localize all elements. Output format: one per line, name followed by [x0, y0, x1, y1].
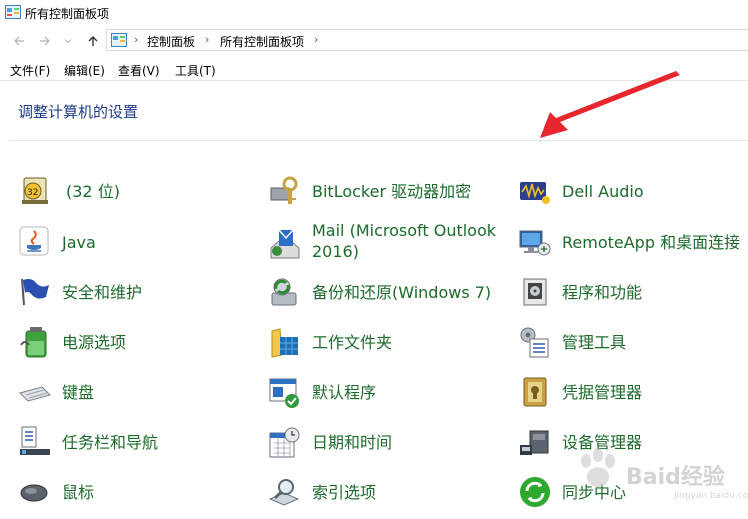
- control-panel-icon: [5, 5, 21, 19]
- navigation-bar: › 控制面板 › 所有控制面板项 ›: [0, 26, 748, 56]
- item-backup-restore[interactable]: 备份和还原(Windows 7): [268, 275, 508, 319]
- mail-icon: [270, 229, 300, 259]
- window-title: 所有控制面板项: [25, 7, 110, 21]
- arrow-left-icon: [14, 36, 24, 46]
- menu-edit[interactable]: 编辑(E): [64, 62, 105, 79]
- power-icon: [20, 327, 47, 358]
- bitlocker-icon: [270, 176, 298, 204]
- item-date-time[interactable]: 日期和时间: [268, 425, 508, 469]
- item-label[interactable]: 电源选项: [62, 332, 126, 353]
- address-bar[interactable]: › 控制面板 › 所有控制面板项 ›: [106, 29, 748, 51]
- backup-icon: [271, 278, 297, 306]
- breadcrumb-all-items[interactable]: 所有控制面板项: [220, 33, 304, 50]
- item-label[interactable]: (32 位): [66, 181, 120, 202]
- item-java-32bit[interactable]: 32 (32 位): [18, 174, 258, 218]
- item-label[interactable]: 索引选项: [312, 482, 376, 503]
- item-label[interactable]: Java: [62, 232, 96, 253]
- divider: [10, 140, 748, 141]
- breadcrumb-separator-icon[interactable]: ›: [134, 33, 138, 46]
- paw-logo-icon: [581, 448, 615, 487]
- mouse-icon: [20, 484, 48, 502]
- item-label[interactable]: 日期和时间: [312, 432, 392, 453]
- item-security-maintenance[interactable]: 安全和维护: [18, 275, 258, 319]
- item-power-options[interactable]: 电源选项: [18, 325, 258, 369]
- item-label[interactable]: 任务栏和导航: [62, 432, 158, 453]
- java-icon: [19, 226, 49, 256]
- security-flag-icon: [21, 278, 49, 306]
- taskbar-icon: [20, 426, 50, 455]
- chevron-down-icon: [64, 39, 72, 44]
- breadcrumb-separator-icon[interactable]: ›: [314, 33, 318, 46]
- item-label[interactable]: 键盘: [62, 382, 94, 403]
- arrow-up-icon: [88, 36, 98, 46]
- item-admin-tools[interactable]: 管理工具: [518, 325, 748, 369]
- indexing-icon: [268, 479, 300, 506]
- item-label[interactable]: BitLocker 驱动器加密: [312, 181, 471, 202]
- up-button[interactable]: [84, 32, 102, 50]
- watermark-subtext: jingyan.baidu.com: [674, 491, 748, 501]
- item-mail[interactable]: Mail (Microsoft Outlook 2016): [268, 220, 508, 264]
- item-remoteapp[interactable]: RemoteApp 和桌面连接: [518, 225, 748, 269]
- breadcrumb-control-panel[interactable]: 控制面板: [147, 33, 195, 50]
- breadcrumb-separator-icon[interactable]: ›: [205, 33, 209, 46]
- item-keyboard[interactable]: 键盘: [18, 375, 258, 419]
- item-label-line2[interactable]: 2016): [312, 241, 359, 262]
- item-mouse[interactable]: 鼠标: [18, 475, 258, 519]
- svg-text:32: 32: [27, 188, 38, 198]
- sync-center-icon: [520, 477, 550, 507]
- menu-file[interactable]: 文件(F): [10, 62, 50, 79]
- item-label[interactable]: 凭据管理器: [562, 382, 642, 403]
- item-default-programs[interactable]: 默认程序: [268, 375, 508, 419]
- back-button[interactable]: [10, 32, 28, 50]
- admin-tools-icon: [520, 327, 549, 358]
- item-bitlocker[interactable]: BitLocker 驱动器加密: [268, 174, 508, 218]
- item-label[interactable]: 备份和还原(Windows 7): [312, 282, 491, 303]
- item-label[interactable]: 程序和功能: [562, 282, 642, 303]
- watermark: Baid经验 jingyan.baidu.com: [556, 443, 748, 507]
- item-label[interactable]: Mail (Microsoft Outlook: [312, 220, 496, 241]
- watermark-text: Baid经验: [626, 465, 725, 490]
- item-indexing-options[interactable]: 索引选项: [268, 475, 508, 519]
- item-label[interactable]: 工作文件夹: [312, 332, 392, 353]
- item-java[interactable]: Java: [18, 225, 258, 269]
- recent-locations-button[interactable]: [62, 32, 74, 50]
- item-label[interactable]: 管理工具: [562, 332, 626, 353]
- device-manager-icon: [520, 430, 549, 455]
- menu-bar: 文件(F) 编辑(E) 查看(V) 工具(T): [0, 58, 748, 81]
- credential-manager-icon: [523, 377, 547, 407]
- date-time-icon: [269, 427, 300, 458]
- item-label[interactable]: RemoteApp 和桌面连接: [562, 232, 740, 253]
- forward-button[interactable]: [36, 32, 54, 50]
- item-dell-audio[interactable]: Dell Audio: [518, 174, 748, 218]
- item-work-folders[interactable]: 工作文件夹: [268, 325, 508, 369]
- item-credential-manager[interactable]: 凭据管理器: [518, 375, 748, 419]
- item-label[interactable]: 默认程序: [312, 382, 376, 403]
- java-32bit-icon: 32: [22, 177, 48, 204]
- menu-tools[interactable]: 工具(T): [175, 62, 216, 79]
- item-label[interactable]: 安全和维护: [62, 282, 142, 303]
- work-folders-icon: [271, 328, 298, 358]
- item-label[interactable]: 鼠标: [62, 482, 94, 503]
- menu-view[interactable]: 查看(V): [118, 62, 160, 79]
- remoteapp-icon: [519, 230, 551, 256]
- dell-audio-icon: [520, 182, 550, 204]
- control-panel-icon: [111, 33, 127, 47]
- arrow-right-icon: [40, 36, 50, 46]
- item-label[interactable]: Dell Audio: [562, 181, 644, 202]
- programs-icon: [523, 278, 547, 306]
- item-programs-features[interactable]: 程序和功能: [518, 275, 748, 319]
- page-heading: 调整计算机的设置: [18, 103, 139, 121]
- title-bar: 所有控制面板项: [0, 0, 748, 26]
- default-programs-icon: [269, 378, 299, 408]
- keyboard-icon: [19, 386, 51, 402]
- item-taskbar-navigation[interactable]: 任务栏和导航: [18, 425, 258, 469]
